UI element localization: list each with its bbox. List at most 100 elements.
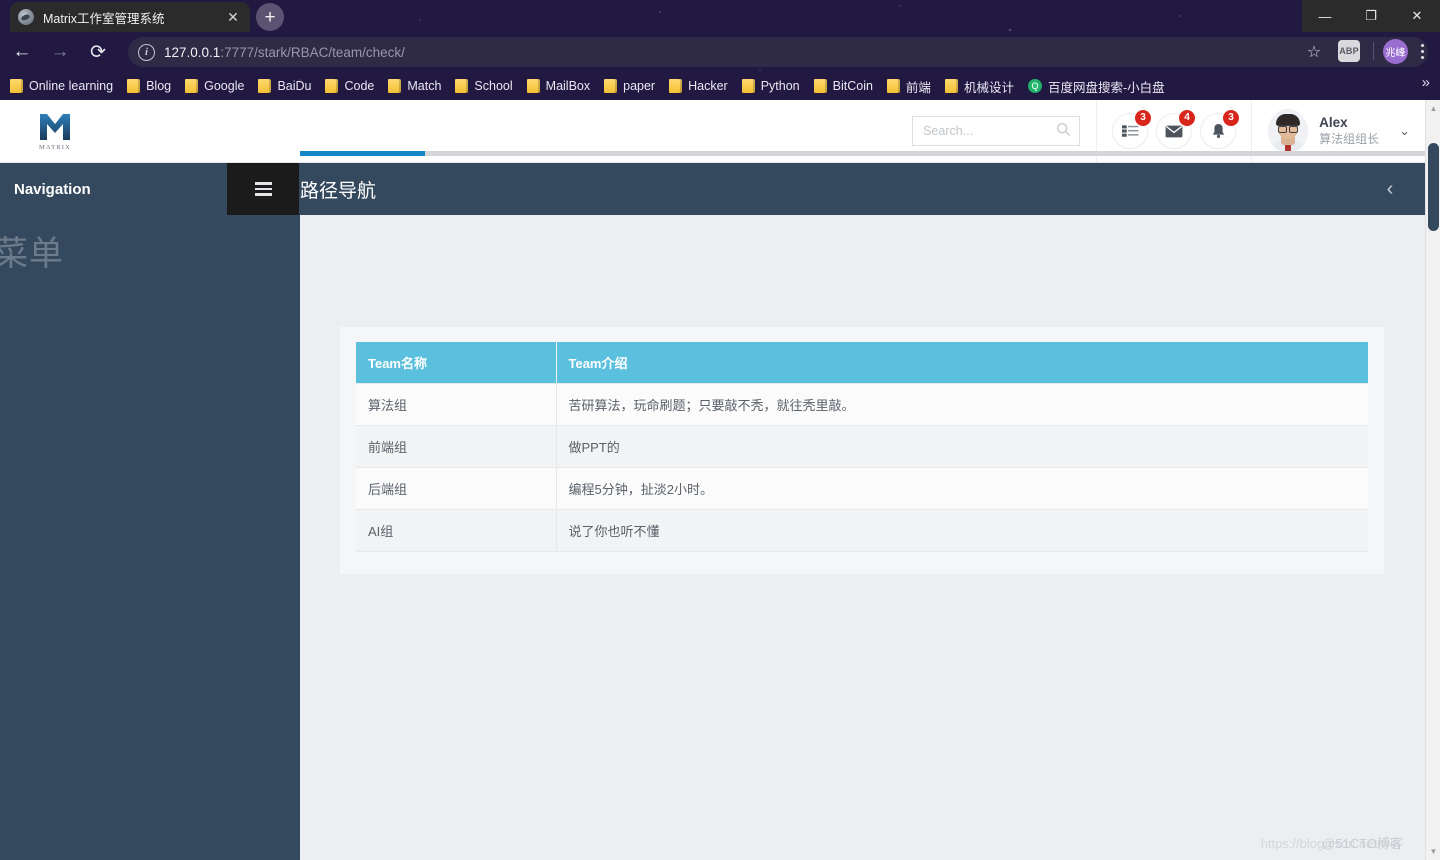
bell-icon[interactable]: 3 [1201,110,1240,148]
reload-icon[interactable]: ⟳ [82,36,114,68]
bookmark-label: BitCoin [832,79,873,93]
bookmark-item[interactable]: MailBox [526,79,591,93]
back-icon[interactable]: ← [6,36,38,68]
scrollbar-thumb[interactable] [1428,143,1439,231]
bookmark-item[interactable]: Match [388,79,441,93]
bookmark-label: Match [407,79,442,93]
restore-icon[interactable]: ❐ [1348,0,1394,32]
bookmark-item[interactable]: Blog [127,79,171,93]
scroll-down-icon[interactable]: ▼ [1426,843,1440,860]
cell-team-name: 算法组 [356,383,557,426]
folder-icon [813,79,827,93]
bookmark-label: paper [623,79,656,93]
bookmark-item[interactable]: Code [325,79,374,93]
column-header-team-intro[interactable]: Team介绍 [556,342,1368,384]
user-name: Alex [1319,114,1348,130]
search-engine-icon: Q [1027,79,1042,93]
scroll-up-icon[interactable]: ▲ [1426,100,1440,117]
browser-profile-avatar[interactable]: 兆峰 [1383,39,1408,64]
bookmarks-bar: Online learning Blog Google BaiDu Code Match S… [0,72,1440,100]
team-panel: Team名称 Team介绍 算法组 苦研算法，玩命刷题；只要敲不秃，就往秃里敲。前… [340,327,1384,574]
browser-chrome: Matrix工作室管理系统 ✕ + — ❐ ✕ ← → ⟳ i 127.0.0.… [0,0,1440,100]
url-text: 127.0.0.1:7777/stark/RBAC/team/check/ [164,45,405,60]
bookmark-label: 机械设计 [963,80,1014,95]
bookmark-item[interactable]: Online learning [10,79,113,93]
forward-icon[interactable]: → [44,36,76,68]
cell-team-intro: 编程5分钟，扯淡2小时。 [556,467,1368,510]
cell-team-name: AI组 [356,509,557,552]
browser-tab[interactable]: Matrix工作室管理系统 ✕ [10,2,250,32]
bookmark-item[interactable]: 机械设计 [944,77,1014,96]
team-table: Team名称 Team介绍 算法组 苦研算法，玩命刷题；只要敲不秃，就往秃里敲。前… [356,342,1368,552]
column-header-team-name[interactable]: Team名称 [356,342,557,384]
url-host: 127.0.0.1 [164,44,221,60]
bookmarks-overflow-icon[interactable]: » [1422,74,1430,91]
active-tab-underline [300,151,425,156]
browser-toolbar: ← → ⟳ i 127.0.0.1:7777/stark/RBAC/team/c… [0,32,1440,72]
status-badge: 4 [1179,110,1196,126]
adblock-extension-icon[interactable]: ABP [1338,40,1360,62]
page-scrollbar[interactable]: ▲ ▼ [1425,100,1440,860]
bookmark-label: Google [204,79,245,93]
bookmark-item[interactable]: Google [185,79,244,93]
menu-icon[interactable] [227,163,299,215]
new-tab-button[interactable]: + [256,3,284,31]
matrix-logo[interactable]: MATRIX [36,112,74,151]
bookmark-item[interactable]: School [455,79,513,93]
status-badge: 3 [1223,110,1240,126]
bookmark-label: 前端 [905,80,931,95]
table-header-row: Team名称 Team介绍 [356,342,1368,384]
search-box[interactable] [912,116,1081,146]
bookmark-item[interactable]: paper [604,79,655,93]
chrome-menu-icon[interactable] [1410,38,1434,64]
tasks-icon[interactable]: 3 [1113,110,1152,148]
tab-strip: Matrix工作室管理系统 ✕ + — ❐ ✕ [0,0,1440,32]
bookmark-label: Code [344,79,375,93]
minimize-icon[interactable]: — [1302,0,1348,32]
folder-icon [185,79,199,93]
navbar: Navigation 路径导航 ‹ [0,163,1425,215]
folder-icon [669,79,683,93]
folder-icon [10,79,23,93]
main-content: Team名称 Team介绍 算法组 苦研算法，玩命刷题；只要敲不秃，就往秃里敲。前… [300,215,1425,860]
bookmark-item[interactable]: BaiDu [258,79,311,93]
site-info-icon[interactable]: i [138,43,155,61]
table-body: 算法组 苦研算法，玩命刷题；只要敲不秃，就往秃里敲。 前端组 做PPT的 后端组 编程5分… [356,383,1368,552]
folder-icon [325,79,339,93]
table-row[interactable]: AI组 说了你也听不懂 [356,509,1368,552]
toolbar-divider [1373,42,1374,60]
table-row[interactable]: 前端组 做PPT的 [356,425,1368,468]
table-row[interactable]: 后端组 编程5分钟，扯淡2小时。 [356,467,1368,510]
table-row[interactable]: 算法组 苦研算法，玩命刷题；只要敲不秃，就往秃里敲。 [356,383,1368,426]
bookmark-label: School [474,79,513,93]
bookmark-item[interactable]: BitCoin [813,79,873,93]
tab-underline-track [425,151,1425,156]
cell-team-name: 前端组 [356,425,557,468]
bookmark-label: 百度网盘搜索-小白盘 [1047,80,1165,95]
search-icon[interactable] [1056,122,1071,140]
user-menu[interactable]: Alex 算法组组长 ⌄ [1252,109,1410,153]
avatar [1268,109,1309,153]
bookmark-item[interactable]: 前端 [886,77,931,96]
tab-path-navigation[interactable]: 路径导航 [300,163,376,215]
folder-icon [886,79,900,93]
chevron-left-icon[interactable]: ‹ [1375,163,1405,215]
address-bar[interactable]: i 127.0.0.1:7777/stark/RBAC/team/check/ [128,37,1428,67]
page-watermark: https://blog.csdn.net/wei@51CTO博客 [1261,833,1403,852]
table-head: Team名称 Team介绍 [356,342,1368,384]
bookmark-item[interactable]: Q 百度网盘搜索-小白盘 [1027,77,1165,96]
bookmark-item[interactable]: Hacker [669,79,728,93]
close-icon[interactable]: ✕ [224,8,242,26]
bookmark-star-icon[interactable]: ☆ [1300,38,1328,66]
mail-icon[interactable]: 4 [1157,110,1196,148]
tab-title: Matrix工作室管理系统 [43,11,165,26]
folder-icon [741,79,755,93]
folder-icon [944,79,958,93]
chevron-down-icon[interactable]: ⌄ [1399,123,1410,139]
search-input[interactable] [923,124,1057,138]
close-window-icon[interactable]: ✕ [1394,0,1440,32]
url-path: :7777/stark/RBAC/team/check/ [220,44,405,60]
bookmark-item[interactable]: Python [741,79,800,93]
bookmark-label: MailBox [545,79,591,93]
folder-icon [604,79,618,93]
